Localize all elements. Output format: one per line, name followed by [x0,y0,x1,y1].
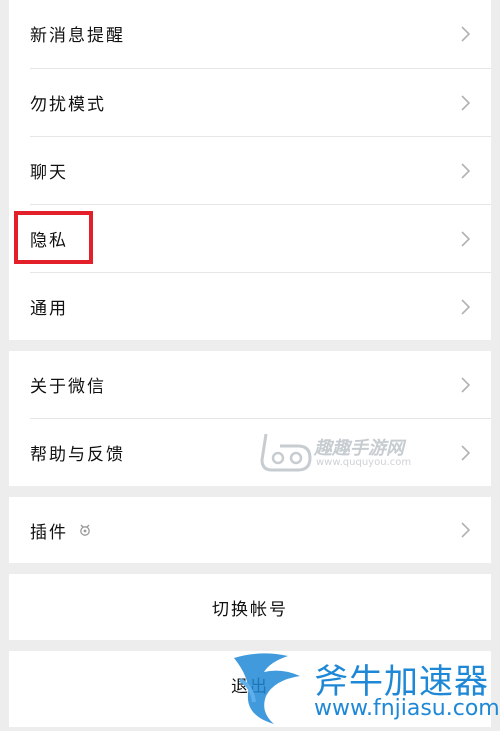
settings-group-2: 关于微信 帮助与反馈 [9,351,491,486]
chevron-right-icon [461,230,470,247]
chevron-right-icon [461,94,470,111]
switch-account-card: 切换帐号 [9,574,491,640]
ququyou-watermark: 趣趣手游网 www.ququyou.com [258,430,412,478]
switch-account-label: 切换帐号 [212,599,288,620]
menu-item-do-not-disturb[interactable]: 勿扰模式 [9,69,491,136]
chevron-right-icon [461,25,470,42]
switch-account-button[interactable]: 切换帐号 [9,574,491,640]
menu-item-label: 插件 [30,522,68,543]
chevron-right-icon [461,298,470,315]
fnjiasu-url: www.fnjiasu.com [314,696,500,721]
settings-group-1: 新消息提醒 勿扰模式 聊天 隐私 通用 [9,0,491,340]
menu-item-label: 关于微信 [30,377,106,397]
menu-item-plugins[interactable]: 插件 [9,497,491,563]
chevron-right-icon [461,162,470,179]
menu-item-label: 通用 [30,299,68,319]
ququyou-logo-icon [260,433,312,472]
menu-item-label: 勿扰模式 [30,95,106,115]
plugin-icon [78,523,92,537]
menu-item-help-feedback[interactable]: 帮助与反馈 [9,419,491,486]
ququyou-url: www.ququyou.com [316,457,412,468]
privacy-highlight-box [14,211,93,264]
menu-item-label: 聊天 [30,163,68,183]
menu-item-new-message-alert[interactable]: 新消息提醒 [9,0,491,67]
menu-item-label: 新消息提醒 [30,26,125,46]
menu-item-chat[interactable]: 聊天 [9,137,491,204]
menu-item-general[interactable]: 通用 [9,273,491,340]
chevron-right-icon [461,522,470,538]
fnjiasu-watermark: 斧牛加速器 www.fnjiasu.com [230,650,500,727]
fnjiasu-logo-icon [234,653,300,724]
menu-item-about-wechat[interactable]: 关于微信 [9,351,491,418]
chevron-right-icon [461,444,470,461]
settings-group-3: 插件 [9,497,491,563]
chevron-right-icon [461,376,470,393]
menu-item-label: 帮助与反馈 [30,445,125,465]
